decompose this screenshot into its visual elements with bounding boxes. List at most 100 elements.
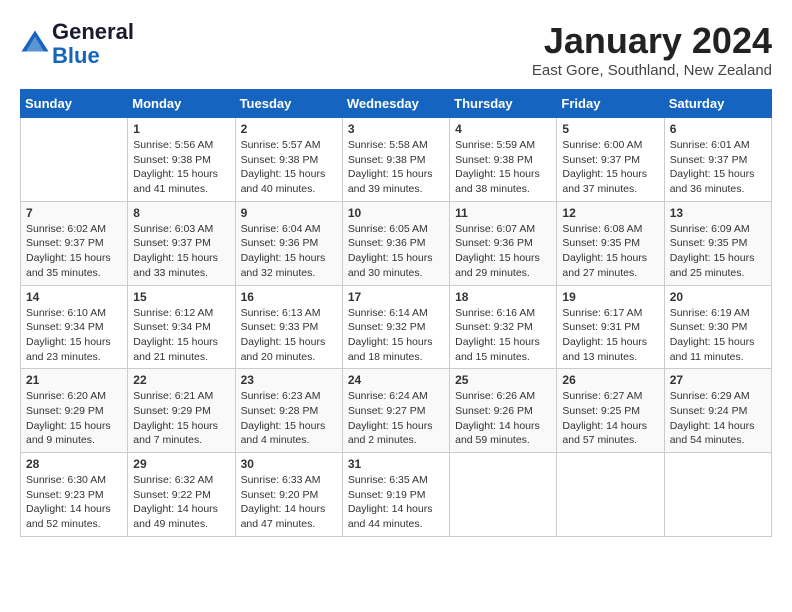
day-info: Sunrise: 6:33 AM Sunset: 9:20 PM Dayligh… <box>241 473 337 532</box>
day-info: Sunrise: 6:14 AM Sunset: 9:32 PM Dayligh… <box>348 306 444 365</box>
day-info: Sunrise: 6:24 AM Sunset: 9:27 PM Dayligh… <box>348 389 444 448</box>
day-info: Sunrise: 6:02 AM Sunset: 9:37 PM Dayligh… <box>26 222 122 281</box>
day-number: 24 <box>348 373 444 387</box>
calendar-cell: 21 Sunrise: 6:20 AM Sunset: 9:29 PM Dayli… <box>21 369 128 453</box>
day-number: 22 <box>133 373 229 387</box>
day-info: Sunrise: 5:59 AM Sunset: 9:38 PM Dayligh… <box>455 138 551 197</box>
calendar-cell: 17 Sunrise: 6:14 AM Sunset: 9:32 PM Dayli… <box>342 285 449 369</box>
day-number: 19 <box>562 290 658 304</box>
header-saturday: Saturday <box>664 90 771 118</box>
day-info: Sunrise: 5:57 AM Sunset: 9:38 PM Dayligh… <box>241 138 337 197</box>
day-number: 9 <box>241 206 337 220</box>
calendar-cell <box>664 453 771 537</box>
day-info: Sunrise: 6:10 AM Sunset: 9:34 PM Dayligh… <box>26 306 122 365</box>
calendar-cell: 22 Sunrise: 6:21 AM Sunset: 9:29 PM Dayli… <box>128 369 235 453</box>
calendar-cell <box>450 453 557 537</box>
calendar-cell: 8 Sunrise: 6:03 AM Sunset: 9:37 PM Daylig… <box>128 201 235 285</box>
day-info: Sunrise: 5:56 AM Sunset: 9:38 PM Dayligh… <box>133 138 229 197</box>
calendar-cell: 5Sunrise: 6:00 AM Sunset: 9:37 PM Daylig… <box>557 118 664 202</box>
day-number: 28 <box>26 457 122 471</box>
day-number: 5 <box>562 122 658 136</box>
calendar-cell: 19 Sunrise: 6:17 AM Sunset: 9:31 PM Dayli… <box>557 285 664 369</box>
day-number: 16 <box>241 290 337 304</box>
day-info: Sunrise: 6:09 AM Sunset: 9:35 PM Dayligh… <box>670 222 766 281</box>
day-number: 26 <box>562 373 658 387</box>
header-tuesday: Tuesday <box>235 90 342 118</box>
day-number: 7 <box>26 206 122 220</box>
page-header: General Blue January 2024 East Gore, Sou… <box>20 20 772 79</box>
day-info: Sunrise: 6:20 AM Sunset: 9:29 PM Dayligh… <box>26 389 122 448</box>
calendar-week-2: 7 Sunrise: 6:02 AM Sunset: 9:37 PM Daylig… <box>21 201 772 285</box>
calendar-cell: 29Sunrise: 6:32 AM Sunset: 9:22 PM Dayli… <box>128 453 235 537</box>
header-thursday: Thursday <box>450 90 557 118</box>
day-number: 17 <box>348 290 444 304</box>
day-number: 10 <box>348 206 444 220</box>
day-info: Sunrise: 6:04 AM Sunset: 9:36 PM Dayligh… <box>241 222 337 281</box>
day-info: Sunrise: 6:05 AM Sunset: 9:36 PM Dayligh… <box>348 222 444 281</box>
day-number: 27 <box>670 373 766 387</box>
day-info: Sunrise: 6:08 AM Sunset: 9:35 PM Dayligh… <box>562 222 658 281</box>
day-number: 15 <box>133 290 229 304</box>
calendar-cell: 2Sunrise: 5:57 AM Sunset: 9:38 PM Daylig… <box>235 118 342 202</box>
calendar-cell <box>557 453 664 537</box>
calendar-cell: 30Sunrise: 6:33 AM Sunset: 9:20 PM Dayli… <box>235 453 342 537</box>
calendar-cell: 12 Sunrise: 6:08 AM Sunset: 9:35 PM Dayli… <box>557 201 664 285</box>
calendar-cell: 23 Sunrise: 6:23 AM Sunset: 9:28 PM Dayli… <box>235 369 342 453</box>
day-number: 8 <box>133 206 229 220</box>
header-wednesday: Wednesday <box>342 90 449 118</box>
calendar-cell: 9 Sunrise: 6:04 AM Sunset: 9:36 PM Daylig… <box>235 201 342 285</box>
calendar-cell: 6 Sunrise: 6:01 AM Sunset: 9:37 PM Daylig… <box>664 118 771 202</box>
day-number: 18 <box>455 290 551 304</box>
day-number: 6 <box>670 122 766 136</box>
calendar-cell: 3Sunrise: 5:58 AM Sunset: 9:38 PM Daylig… <box>342 118 449 202</box>
title-block: January 2024 East Gore, Southland, New Z… <box>532 20 772 79</box>
calendar-cell: 18 Sunrise: 6:16 AM Sunset: 9:32 PM Dayli… <box>450 285 557 369</box>
calendar-cell: 1 Sunrise: 5:56 AM Sunset: 9:38 PM Daylig… <box>128 118 235 202</box>
calendar-cell: 16 Sunrise: 6:13 AM Sunset: 9:33 PM Dayli… <box>235 285 342 369</box>
day-number: 3 <box>348 122 444 136</box>
calendar-cell: 24 Sunrise: 6:24 AM Sunset: 9:27 PM Dayli… <box>342 369 449 453</box>
calendar-week-3: 14Sunrise: 6:10 AM Sunset: 9:34 PM Dayli… <box>21 285 772 369</box>
day-info: Sunrise: 6:03 AM Sunset: 9:37 PM Dayligh… <box>133 222 229 281</box>
day-number: 11 <box>455 206 551 220</box>
location: East Gore, Southland, New Zealand <box>532 62 772 79</box>
day-number: 31 <box>348 457 444 471</box>
calendar-week-5: 28 Sunrise: 6:30 AM Sunset: 9:23 PM Dayli… <box>21 453 772 537</box>
calendar-cell: 11Sunrise: 6:07 AM Sunset: 9:36 PM Dayli… <box>450 201 557 285</box>
header-friday: Friday <box>557 90 664 118</box>
calendar-cell: 31Sunrise: 6:35 AM Sunset: 9:19 PM Dayli… <box>342 453 449 537</box>
logo: General Blue <box>20 20 134 68</box>
header-sunday: Sunday <box>21 90 128 118</box>
calendar-cell: 20Sunrise: 6:19 AM Sunset: 9:30 PM Dayli… <box>664 285 771 369</box>
day-number: 21 <box>26 373 122 387</box>
day-info: Sunrise: 6:13 AM Sunset: 9:33 PM Dayligh… <box>241 306 337 365</box>
day-number: 23 <box>241 373 337 387</box>
day-info: Sunrise: 6:32 AM Sunset: 9:22 PM Dayligh… <box>133 473 229 532</box>
day-info: Sunrise: 6:01 AM Sunset: 9:37 PM Dayligh… <box>670 138 766 197</box>
day-number: 20 <box>670 290 766 304</box>
day-info: Sunrise: 6:29 AM Sunset: 9:24 PM Dayligh… <box>670 389 766 448</box>
day-info: Sunrise: 6:21 AM Sunset: 9:29 PM Dayligh… <box>133 389 229 448</box>
calendar-cell: 26 Sunrise: 6:27 AM Sunset: 9:25 PM Dayli… <box>557 369 664 453</box>
day-info: Sunrise: 6:16 AM Sunset: 9:32 PM Dayligh… <box>455 306 551 365</box>
day-info: Sunrise: 6:12 AM Sunset: 9:34 PM Dayligh… <box>133 306 229 365</box>
calendar-header-row: SundayMondayTuesdayWednesdayThursdayFrid… <box>21 90 772 118</box>
day-info: Sunrise: 6:30 AM Sunset: 9:23 PM Dayligh… <box>26 473 122 532</box>
calendar-week-4: 21 Sunrise: 6:20 AM Sunset: 9:29 PM Dayli… <box>21 369 772 453</box>
calendar-week-1: 1 Sunrise: 5:56 AM Sunset: 9:38 PM Daylig… <box>21 118 772 202</box>
logo-icon <box>20 29 50 59</box>
day-number: 4 <box>455 122 551 136</box>
calendar-cell: 4 Sunrise: 5:59 AM Sunset: 9:38 PM Daylig… <box>450 118 557 202</box>
day-number: 1 <box>133 122 229 136</box>
calendar-cell: 27 Sunrise: 6:29 AM Sunset: 9:24 PM Dayli… <box>664 369 771 453</box>
day-info: Sunrise: 6:23 AM Sunset: 9:28 PM Dayligh… <box>241 389 337 448</box>
day-info: Sunrise: 6:26 AM Sunset: 9:26 PM Dayligh… <box>455 389 551 448</box>
day-info: Sunrise: 6:17 AM Sunset: 9:31 PM Dayligh… <box>562 306 658 365</box>
day-info: Sunrise: 6:27 AM Sunset: 9:25 PM Dayligh… <box>562 389 658 448</box>
day-number: 12 <box>562 206 658 220</box>
header-monday: Monday <box>128 90 235 118</box>
calendar-cell: 13 Sunrise: 6:09 AM Sunset: 9:35 PM Dayli… <box>664 201 771 285</box>
month-title: January 2024 <box>532 20 772 62</box>
day-number: 13 <box>670 206 766 220</box>
calendar-cell: 25Sunrise: 6:26 AM Sunset: 9:26 PM Dayli… <box>450 369 557 453</box>
